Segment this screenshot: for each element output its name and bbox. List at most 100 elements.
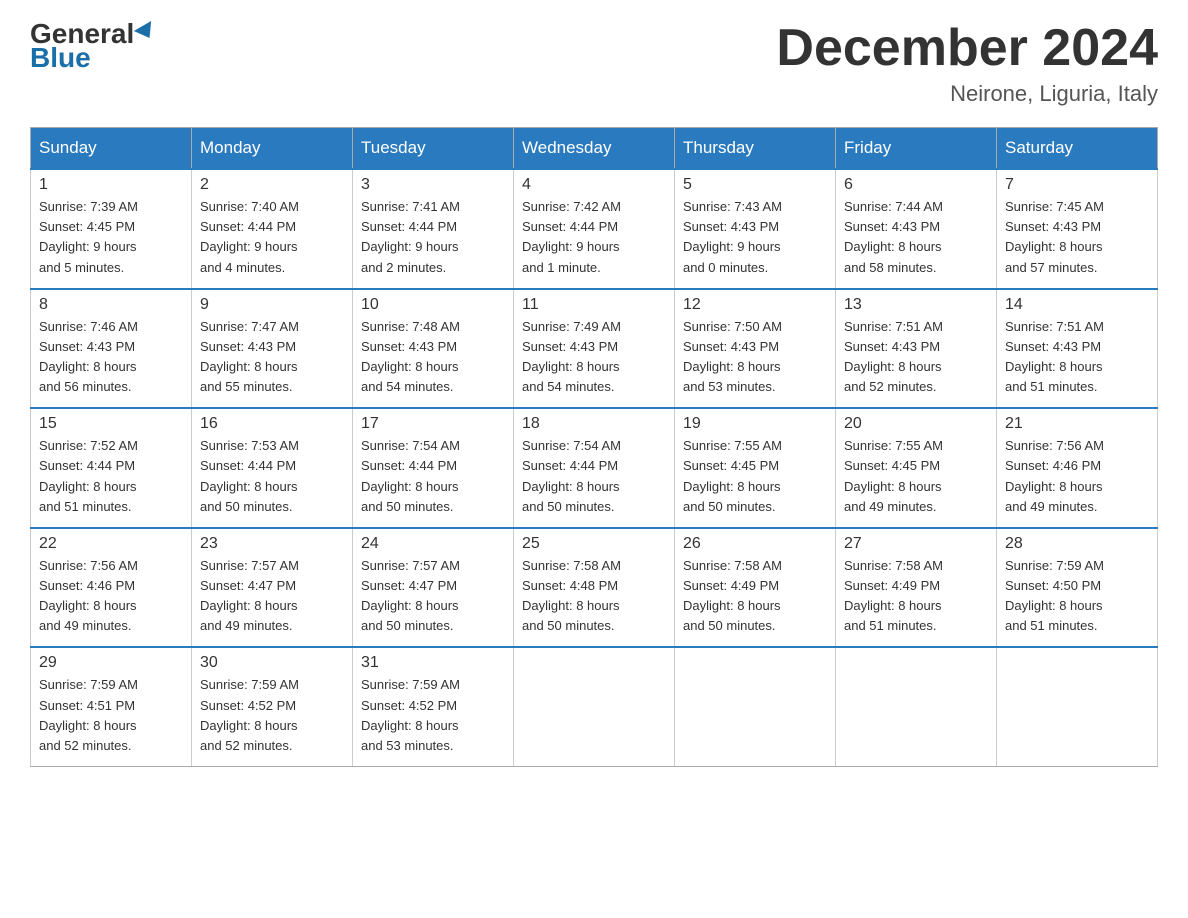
header-tuesday: Tuesday: [353, 128, 514, 170]
day-number: 16: [200, 415, 344, 433]
table-row: 2 Sunrise: 7:40 AM Sunset: 4:44 PM Dayli…: [192, 169, 353, 289]
page-header: General Blue December 2024 Neirone, Ligu…: [30, 20, 1158, 107]
table-row: [675, 647, 836, 766]
day-number: 8: [39, 296, 183, 314]
table-row: 4 Sunrise: 7:42 AM Sunset: 4:44 PM Dayli…: [514, 169, 675, 289]
day-info: Sunrise: 7:51 AM Sunset: 4:43 PM Dayligh…: [1005, 317, 1149, 398]
day-number: 18: [522, 415, 666, 433]
header-sunday: Sunday: [31, 128, 192, 170]
header-thursday: Thursday: [675, 128, 836, 170]
week-row: 1 Sunrise: 7:39 AM Sunset: 4:45 PM Dayli…: [31, 169, 1158, 289]
day-number: 2: [200, 176, 344, 194]
table-row: [836, 647, 997, 766]
header-friday: Friday: [836, 128, 997, 170]
table-row: 18 Sunrise: 7:54 AM Sunset: 4:44 PM Dayl…: [514, 408, 675, 528]
table-row: 14 Sunrise: 7:51 AM Sunset: 4:43 PM Dayl…: [997, 289, 1158, 409]
table-row: 19 Sunrise: 7:55 AM Sunset: 4:45 PM Dayl…: [675, 408, 836, 528]
day-number: 26: [683, 535, 827, 553]
header-saturday: Saturday: [997, 128, 1158, 170]
day-number: 17: [361, 415, 505, 433]
title-section: December 2024 Neirone, Liguria, Italy: [776, 20, 1158, 107]
day-number: 29: [39, 654, 183, 672]
table-row: 12 Sunrise: 7:50 AM Sunset: 4:43 PM Dayl…: [675, 289, 836, 409]
table-row: 27 Sunrise: 7:58 AM Sunset: 4:49 PM Dayl…: [836, 528, 997, 648]
week-row: 29 Sunrise: 7:59 AM Sunset: 4:51 PM Dayl…: [31, 647, 1158, 766]
day-info: Sunrise: 7:53 AM Sunset: 4:44 PM Dayligh…: [200, 436, 344, 517]
day-info: Sunrise: 7:59 AM Sunset: 4:50 PM Dayligh…: [1005, 556, 1149, 637]
day-info: Sunrise: 7:47 AM Sunset: 4:43 PM Dayligh…: [200, 317, 344, 398]
table-row: 1 Sunrise: 7:39 AM Sunset: 4:45 PM Dayli…: [31, 169, 192, 289]
logo: General Blue: [30, 20, 156, 72]
table-row: 11 Sunrise: 7:49 AM Sunset: 4:43 PM Dayl…: [514, 289, 675, 409]
day-info: Sunrise: 7:59 AM Sunset: 4:52 PM Dayligh…: [200, 675, 344, 756]
table-row: 25 Sunrise: 7:58 AM Sunset: 4:48 PM Dayl…: [514, 528, 675, 648]
day-info: Sunrise: 7:56 AM Sunset: 4:46 PM Dayligh…: [39, 556, 183, 637]
location: Neirone, Liguria, Italy: [776, 81, 1158, 107]
day-number: 14: [1005, 296, 1149, 314]
day-info: Sunrise: 7:57 AM Sunset: 4:47 PM Dayligh…: [200, 556, 344, 637]
table-row: 26 Sunrise: 7:58 AM Sunset: 4:49 PM Dayl…: [675, 528, 836, 648]
day-info: Sunrise: 7:58 AM Sunset: 4:49 PM Dayligh…: [844, 556, 988, 637]
table-row: 17 Sunrise: 7:54 AM Sunset: 4:44 PM Dayl…: [353, 408, 514, 528]
day-number: 6: [844, 176, 988, 194]
day-number: 4: [522, 176, 666, 194]
table-row: 21 Sunrise: 7:56 AM Sunset: 4:46 PM Dayl…: [997, 408, 1158, 528]
table-row: 22 Sunrise: 7:56 AM Sunset: 4:46 PM Dayl…: [31, 528, 192, 648]
table-row: [997, 647, 1158, 766]
table-row: 24 Sunrise: 7:57 AM Sunset: 4:47 PM Dayl…: [353, 528, 514, 648]
day-info: Sunrise: 7:59 AM Sunset: 4:51 PM Dayligh…: [39, 675, 183, 756]
day-number: 10: [361, 296, 505, 314]
day-info: Sunrise: 7:40 AM Sunset: 4:44 PM Dayligh…: [200, 197, 344, 278]
day-number: 7: [1005, 176, 1149, 194]
table-row: 15 Sunrise: 7:52 AM Sunset: 4:44 PM Dayl…: [31, 408, 192, 528]
day-info: Sunrise: 7:39 AM Sunset: 4:45 PM Dayligh…: [39, 197, 183, 278]
day-number: 23: [200, 535, 344, 553]
day-number: 31: [361, 654, 505, 672]
table-row: 6 Sunrise: 7:44 AM Sunset: 4:43 PM Dayli…: [836, 169, 997, 289]
day-info: Sunrise: 7:54 AM Sunset: 4:44 PM Dayligh…: [522, 436, 666, 517]
table-row: [514, 647, 675, 766]
header-monday: Monday: [192, 128, 353, 170]
day-number: 19: [683, 415, 827, 433]
day-number: 24: [361, 535, 505, 553]
day-info: Sunrise: 7:54 AM Sunset: 4:44 PM Dayligh…: [361, 436, 505, 517]
logo-icon: [134, 21, 158, 43]
week-row: 22 Sunrise: 7:56 AM Sunset: 4:46 PM Dayl…: [31, 528, 1158, 648]
day-number: 11: [522, 296, 666, 314]
day-number: 13: [844, 296, 988, 314]
table-row: 3 Sunrise: 7:41 AM Sunset: 4:44 PM Dayli…: [353, 169, 514, 289]
day-info: Sunrise: 7:55 AM Sunset: 4:45 PM Dayligh…: [683, 436, 827, 517]
calendar-header-row: Sunday Monday Tuesday Wednesday Thursday…: [31, 128, 1158, 170]
day-number: 22: [39, 535, 183, 553]
day-number: 21: [1005, 415, 1149, 433]
day-info: Sunrise: 7:51 AM Sunset: 4:43 PM Dayligh…: [844, 317, 988, 398]
calendar-table: Sunday Monday Tuesday Wednesday Thursday…: [30, 127, 1158, 767]
day-info: Sunrise: 7:46 AM Sunset: 4:43 PM Dayligh…: [39, 317, 183, 398]
table-row: 20 Sunrise: 7:55 AM Sunset: 4:45 PM Dayl…: [836, 408, 997, 528]
table-row: 10 Sunrise: 7:48 AM Sunset: 4:43 PM Dayl…: [353, 289, 514, 409]
day-info: Sunrise: 7:43 AM Sunset: 4:43 PM Dayligh…: [683, 197, 827, 278]
week-row: 8 Sunrise: 7:46 AM Sunset: 4:43 PM Dayli…: [31, 289, 1158, 409]
day-info: Sunrise: 7:41 AM Sunset: 4:44 PM Dayligh…: [361, 197, 505, 278]
day-number: 1: [39, 176, 183, 194]
day-number: 12: [683, 296, 827, 314]
day-info: Sunrise: 7:58 AM Sunset: 4:49 PM Dayligh…: [683, 556, 827, 637]
day-number: 28: [1005, 535, 1149, 553]
table-row: 16 Sunrise: 7:53 AM Sunset: 4:44 PM Dayl…: [192, 408, 353, 528]
day-info: Sunrise: 7:57 AM Sunset: 4:47 PM Dayligh…: [361, 556, 505, 637]
table-row: 7 Sunrise: 7:45 AM Sunset: 4:43 PM Dayli…: [997, 169, 1158, 289]
table-row: 31 Sunrise: 7:59 AM Sunset: 4:52 PM Dayl…: [353, 647, 514, 766]
table-row: 28 Sunrise: 7:59 AM Sunset: 4:50 PM Dayl…: [997, 528, 1158, 648]
day-number: 30: [200, 654, 344, 672]
month-title: December 2024: [776, 20, 1158, 77]
table-row: 8 Sunrise: 7:46 AM Sunset: 4:43 PM Dayli…: [31, 289, 192, 409]
day-number: 27: [844, 535, 988, 553]
day-info: Sunrise: 7:45 AM Sunset: 4:43 PM Dayligh…: [1005, 197, 1149, 278]
table-row: 29 Sunrise: 7:59 AM Sunset: 4:51 PM Dayl…: [31, 647, 192, 766]
day-number: 5: [683, 176, 827, 194]
week-row: 15 Sunrise: 7:52 AM Sunset: 4:44 PM Dayl…: [31, 408, 1158, 528]
table-row: 23 Sunrise: 7:57 AM Sunset: 4:47 PM Dayl…: [192, 528, 353, 648]
header-wednesday: Wednesday: [514, 128, 675, 170]
day-info: Sunrise: 7:52 AM Sunset: 4:44 PM Dayligh…: [39, 436, 183, 517]
day-info: Sunrise: 7:55 AM Sunset: 4:45 PM Dayligh…: [844, 436, 988, 517]
